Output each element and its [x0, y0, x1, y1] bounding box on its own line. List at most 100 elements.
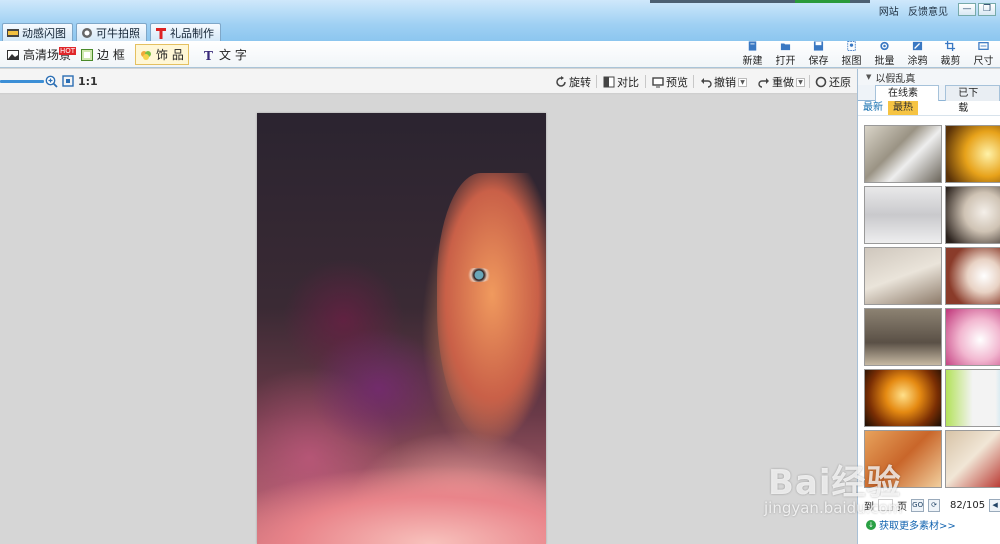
hot-badge: HOT — [59, 47, 77, 55]
material-thumbnail[interactable] — [864, 125, 942, 183]
material-thumbnail[interactable] — [864, 369, 942, 427]
page-info: 82/105 — [949, 499, 986, 511]
panel-subtabs: 最新 最热 — [858, 101, 1000, 116]
subtab-hottest[interactable]: 最热 — [888, 101, 918, 115]
minimize-button[interactable]: — — [958, 3, 976, 16]
material-thumbnail[interactable] — [945, 308, 1000, 366]
download-icon: ↓ — [866, 519, 876, 530]
photo-face-region — [437, 173, 546, 443]
undo-button[interactable]: 撤销 ▼ — [700, 74, 747, 90]
editing-canvas[interactable] — [0, 95, 857, 544]
open-button[interactable]: 打开 — [769, 41, 802, 68]
doodle-label: 涂鸦 — [907, 56, 928, 67]
doodle-icon — [912, 41, 923, 51]
rotate-label: 旋转 — [569, 76, 591, 89]
divider — [809, 75, 810, 88]
save-button[interactable]: 保存 — [802, 41, 835, 68]
restore-label: 还原 — [829, 76, 851, 89]
material-thumbnail[interactable] — [945, 186, 1000, 244]
frame-button[interactable]: 边 框 — [76, 44, 130, 65]
top-links: 网站 反馈意见 — [873, 3, 948, 18]
crop-button[interactable]: 裁剪 — [934, 41, 967, 68]
panel-title: 以假乱真 — [875, 73, 916, 85]
gift-icon — [156, 27, 166, 39]
preview-button[interactable]: 预览 — [652, 74, 688, 90]
subtab-newest[interactable]: 最新 — [858, 101, 888, 115]
panel-tabs: 在线素材 已下载 — [858, 85, 1000, 114]
undo-icon — [701, 78, 712, 88]
material-thumbnail[interactable] — [945, 125, 1000, 183]
doodle-button[interactable]: 涂鸦 — [901, 41, 934, 68]
resize-button[interactable]: 尺寸 — [967, 41, 1000, 68]
material-grid — [864, 125, 1000, 488]
main-tabs: 动感闪图 可牛拍照 礼品制作 — [2, 23, 221, 41]
collapse-arrow-icon[interactable]: ▼ — [866, 73, 871, 81]
new-label: 新建 — [742, 56, 763, 67]
new-icon — [748, 41, 757, 51]
compare-label: 对比 — [617, 76, 639, 89]
material-thumbnail[interactable] — [945, 430, 1000, 488]
preview-label: 预览 — [666, 76, 688, 89]
progress-strip — [795, 0, 850, 3]
restore-icon — [815, 76, 827, 88]
divider — [596, 75, 597, 88]
cutout-icon — [847, 41, 856, 51]
text-button[interactable]: T 文 字 — [198, 44, 252, 65]
refresh-icon[interactable]: ⟳ — [928, 498, 940, 512]
undo-label: 撤销 — [714, 76, 736, 89]
batch-icon — [880, 41, 889, 51]
resize-label: 尺寸 — [973, 56, 994, 67]
scene-button[interactable]: 高清场景 HOT — [2, 44, 77, 65]
rotate-button[interactable]: 旋转 — [555, 74, 591, 90]
actual-size-button[interactable]: 1:1 — [78, 75, 98, 88]
feedback-link[interactable]: 反馈意见 — [908, 7, 948, 18]
watermark-sub: jingyan.baidu.com — [764, 499, 903, 517]
new-button[interactable]: 新建 — [736, 41, 769, 68]
tab-online-materials[interactable]: 在线素材 — [875, 85, 940, 114]
frame-label: 边 框 — [97, 48, 125, 62]
fit-screen-icon[interactable] — [62, 75, 74, 87]
open-icon — [780, 43, 791, 51]
compare-button[interactable]: 对比 — [603, 74, 639, 90]
tab-label: 礼品制作 — [170, 26, 214, 40]
redo-dropdown-icon[interactable]: ▼ — [796, 77, 805, 87]
baidu-watermark: Bai经验 jingyan.baidu.com — [764, 455, 902, 517]
cutout-button[interactable]: 抠图 — [835, 41, 868, 68]
prev-page-icon[interactable]: ◀ — [989, 498, 1000, 512]
crop-icon — [945, 41, 956, 51]
tab-animated[interactable]: 动感闪图 — [2, 23, 73, 41]
svg-text:T: T — [204, 49, 213, 61]
scene-icon — [7, 49, 19, 60]
zoom-slider[interactable] — [0, 80, 44, 83]
tab-downloaded[interactable]: 已下载 — [945, 85, 1000, 114]
material-thumbnail[interactable] — [864, 308, 942, 366]
file-tools: 新建 打开 保存 抠图 批量 涂鸦 裁剪 尺寸 — [736, 41, 1000, 68]
ornament-icon — [141, 50, 151, 60]
feature-toolbar: 高清场景 HOT 边 框 饰 品 T 文 字 新建 打开 保存 抠图 批量 涂鸦… — [0, 41, 1000, 68]
ornament-label: 饰 品 — [156, 48, 184, 62]
restore-image-button[interactable]: 还原 — [815, 74, 851, 90]
website-link[interactable]: 网站 — [879, 7, 899, 18]
title-bar: 网站 反馈意见 — ❐ 动感闪图 可牛拍照 礼品制作 — [0, 0, 1000, 41]
tab-label: 可牛拍照 — [96, 26, 140, 40]
get-more-link[interactable]: ↓ 获取更多素材>> — [866, 517, 956, 532]
tab-gift[interactable]: 礼品制作 — [150, 23, 221, 41]
undo-dropdown-icon[interactable]: ▼ — [738, 77, 747, 87]
go-button[interactable]: GO — [911, 498, 925, 512]
crop-label: 裁剪 — [940, 56, 961, 67]
edited-photo[interactable] — [257, 113, 546, 544]
material-thumbnail[interactable] — [864, 247, 942, 305]
resize-icon — [978, 42, 989, 50]
material-thumbnail[interactable] — [945, 247, 1000, 305]
cutout-label: 抠图 — [841, 56, 862, 67]
tab-camera[interactable]: 可牛拍照 — [76, 23, 147, 41]
restore-button[interactable]: ❐ — [978, 3, 996, 16]
zoom-in-icon[interactable] — [45, 75, 58, 88]
text-icon: T — [204, 49, 213, 61]
redo-button[interactable]: 重做 ▼ — [758, 74, 805, 90]
panel-header[interactable]: ▼ 以假乱真 — [858, 69, 1000, 85]
material-thumbnail[interactable] — [945, 369, 1000, 427]
ornament-button[interactable]: 饰 品 — [135, 44, 189, 65]
batch-button[interactable]: 批量 — [868, 41, 901, 68]
material-thumbnail[interactable] — [864, 186, 942, 244]
